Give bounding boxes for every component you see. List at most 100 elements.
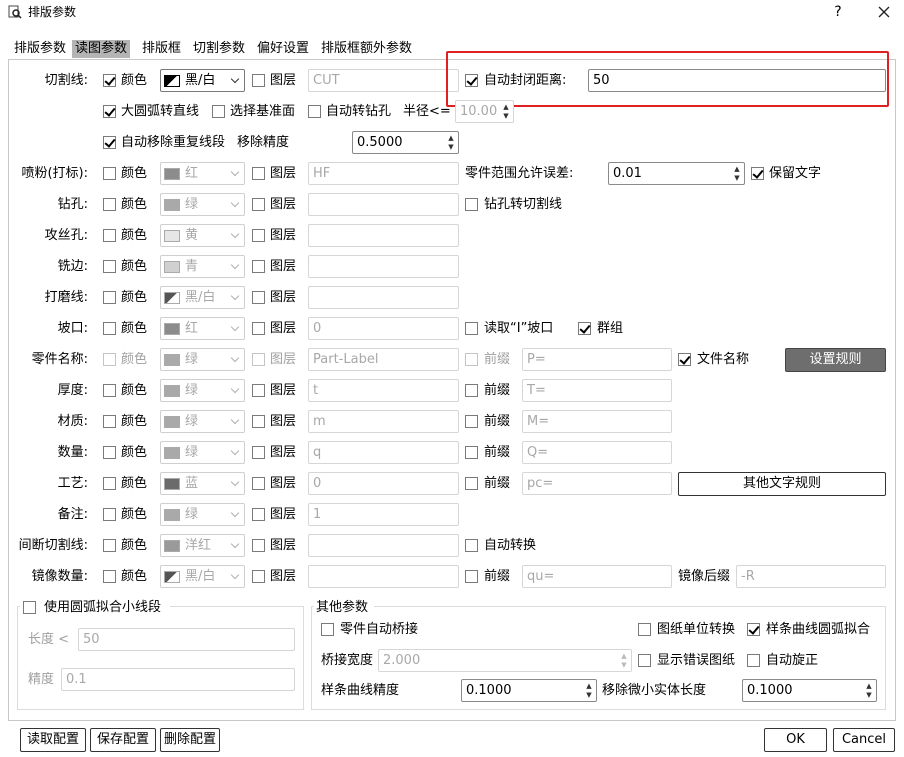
row-prefix-checkbox[interactable] xyxy=(465,570,478,583)
row-color-select[interactable]: 绿 xyxy=(160,410,245,433)
tab-frame-extra[interactable]: 排版框额外参数 xyxy=(321,40,412,58)
row-color-checkbox[interactable] xyxy=(103,198,116,211)
row-layer-input[interactable]: m xyxy=(308,410,459,433)
row-color-select[interactable]: 绿 xyxy=(160,503,245,526)
row-prefix-checkbox[interactable] xyxy=(465,353,478,366)
other-text-rule-button[interactable]: 其他文字规则 xyxy=(678,472,886,496)
spin-up-icon[interactable]: ▲ xyxy=(620,653,628,660)
row-layer-input[interactable]: HF xyxy=(308,162,459,185)
row-color-checkbox[interactable] xyxy=(103,260,116,273)
auto-drill-checkbox[interactable] xyxy=(308,105,321,118)
read-config-button[interactable]: 读取配置 xyxy=(20,728,86,752)
remove-small-input[interactable]: 0.1000 ▲ ▼ xyxy=(742,679,877,702)
row-layer-checkbox[interactable] xyxy=(252,260,265,273)
tolerance-input[interactable]: 0.01 ▲ ▼ xyxy=(608,162,745,185)
row-prefix-input[interactable]: pc= xyxy=(522,472,672,495)
row-prefix-checkbox[interactable] xyxy=(465,477,478,490)
row-layer-input[interactable]: q xyxy=(308,441,459,464)
remove-prec-input[interactable]: 0.5000 ▲ ▼ xyxy=(352,131,459,154)
row-layer-checkbox[interactable] xyxy=(252,570,265,583)
row-prefix-input[interactable]: T= xyxy=(522,379,672,402)
spin-down-icon[interactable]: ▼ xyxy=(502,113,510,120)
spin-up-icon[interactable]: ▲ xyxy=(447,135,455,142)
row-layer-input[interactable]: t xyxy=(308,379,459,402)
row-color-select[interactable]: 绿 xyxy=(160,348,245,371)
row-color-select[interactable]: 红 xyxy=(160,162,245,185)
row-layer-checkbox[interactable] xyxy=(252,322,265,335)
cancel-button[interactable]: Cancel xyxy=(833,728,895,752)
row-color-checkbox[interactable] xyxy=(103,167,116,180)
row-layer-input[interactable]: 0 xyxy=(308,472,459,495)
keep-text-checkbox[interactable] xyxy=(751,167,764,180)
arc-precision-input[interactable]: 0.1 xyxy=(61,668,295,691)
row-color-select[interactable]: 绿 xyxy=(160,193,245,216)
row-layer-input[interactable] xyxy=(308,534,459,557)
row-color-checkbox[interactable] xyxy=(103,477,116,490)
row-prefix-input[interactable]: Q= xyxy=(522,441,672,464)
radius-input[interactable]: 10.00 ▲ ▼ xyxy=(455,100,514,123)
row-color-select[interactable]: 黑/白 xyxy=(160,286,245,309)
row-layer-checkbox[interactable] xyxy=(252,477,265,490)
row-color-checkbox[interactable] xyxy=(103,570,116,583)
row-layer-checkbox[interactable] xyxy=(252,384,265,397)
row-color-checkbox[interactable] xyxy=(103,415,116,428)
ok-button[interactable]: OK xyxy=(764,728,827,752)
row-layer-input[interactable] xyxy=(308,565,459,588)
arc-to-line-checkbox[interactable] xyxy=(103,105,116,118)
cut-color-select[interactable]: 黑/白 xyxy=(160,69,245,92)
remove-dup-checkbox[interactable] xyxy=(103,136,116,149)
unit-convert-checkbox[interactable] xyxy=(638,623,651,636)
row-color-checkbox[interactable] xyxy=(103,539,116,552)
row-layer-checkbox[interactable] xyxy=(252,167,265,180)
spline-prec-input[interactable]: 0.1000 ▲ ▼ xyxy=(461,679,597,702)
row-color-checkbox[interactable] xyxy=(103,353,116,366)
row-prefix-checkbox[interactable] xyxy=(465,415,478,428)
row-prefix-input[interactable]: M= xyxy=(522,410,672,433)
row-prefix-checkbox[interactable] xyxy=(465,446,478,459)
spin-up-icon[interactable]: ▲ xyxy=(865,683,873,690)
cut-color-checkbox[interactable] xyxy=(103,74,116,87)
drill-to-cut-checkbox[interactable] xyxy=(465,198,478,211)
row-prefix-input[interactable]: P= xyxy=(522,348,672,371)
row-layer-input[interactable] xyxy=(308,193,459,216)
arc-fit-checkbox[interactable] xyxy=(23,601,36,614)
auto-rotate-checkbox[interactable] xyxy=(747,654,760,667)
close-icon[interactable] xyxy=(876,4,892,20)
spin-down-icon[interactable]: ▼ xyxy=(447,144,455,151)
row-color-select[interactable]: 青 xyxy=(160,255,245,278)
spin-up-icon[interactable]: ▲ xyxy=(733,166,741,173)
spin-down-icon[interactable]: ▼ xyxy=(585,692,593,699)
row-layer-input[interactable] xyxy=(308,255,459,278)
row-color-select[interactable]: 蓝 xyxy=(160,472,245,495)
row-color-select[interactable]: 洋红 xyxy=(160,534,245,557)
save-config-button[interactable]: 保存配置 xyxy=(90,728,156,752)
row-color-checkbox[interactable] xyxy=(103,322,116,335)
row-color-checkbox[interactable] xyxy=(103,384,116,397)
spin-up-icon[interactable]: ▲ xyxy=(585,683,593,690)
row-color-select[interactable]: 黑/白 xyxy=(160,565,245,588)
row-color-checkbox[interactable] xyxy=(103,446,116,459)
spin-down-icon[interactable]: ▼ xyxy=(733,175,741,182)
set-rule-button[interactable]: 设置规则 xyxy=(785,348,886,372)
spin-up-icon[interactable]: ▲ xyxy=(502,104,510,111)
tab-cut-params[interactable]: 切割参数 xyxy=(193,40,245,58)
spline-arc-checkbox[interactable] xyxy=(747,623,760,636)
row-prefix-input[interactable]: qu= xyxy=(522,565,672,588)
row-layer-input[interactable]: Part-Label xyxy=(308,348,459,371)
row-layer-checkbox[interactable] xyxy=(252,446,265,459)
row-layer-input[interactable] xyxy=(308,224,459,247)
row-layer-checkbox[interactable] xyxy=(252,415,265,428)
row-color-select[interactable]: 黄 xyxy=(160,224,245,247)
row-color-select[interactable]: 绿 xyxy=(160,379,245,402)
row-color-checkbox[interactable] xyxy=(103,229,116,242)
mirror-suffix-input[interactable]: -R xyxy=(736,565,886,588)
auto-convert-checkbox[interactable] xyxy=(465,539,478,552)
spin-down-icon[interactable]: ▼ xyxy=(620,662,628,669)
row-color-checkbox[interactable] xyxy=(103,508,116,521)
bridge-width-input[interactable]: 2.000 ▲ ▼ xyxy=(378,649,632,672)
row-layer-input[interactable]: 1 xyxy=(308,503,459,526)
file-name-checkbox[interactable] xyxy=(678,353,691,366)
delete-config-button[interactable]: 删除配置 xyxy=(160,728,220,752)
show-error-checkbox[interactable] xyxy=(638,654,651,667)
spin-down-icon[interactable]: ▼ xyxy=(865,692,873,699)
